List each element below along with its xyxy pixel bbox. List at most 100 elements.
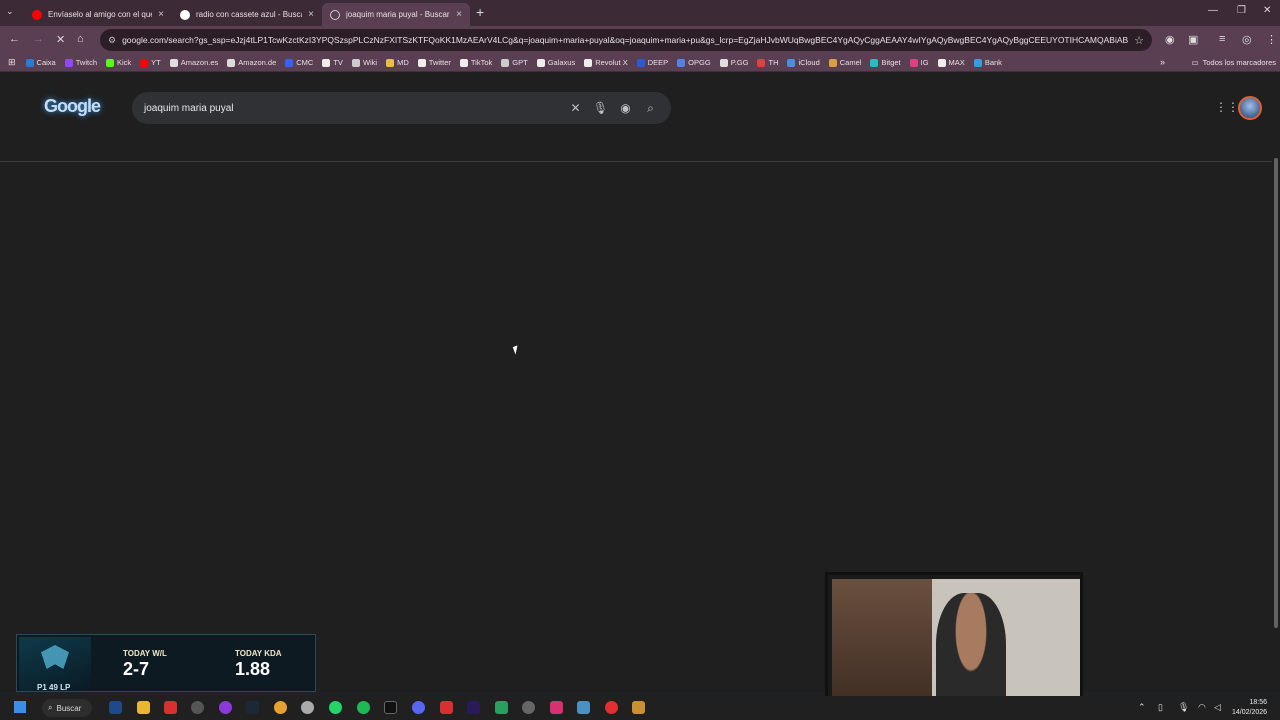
back-button[interactable]: ← (9, 33, 20, 45)
app-icon[interactable] (605, 701, 618, 714)
bookmark-label: Twitter (428, 58, 451, 67)
bookmark-revolut[interactable]: Revolut X (584, 58, 628, 67)
bookmark-twitter[interactable]: Twitter (417, 58, 451, 67)
obs-icon[interactable] (522, 701, 535, 714)
bookmark-twitch[interactable]: Twitch (64, 58, 97, 67)
app-icon[interactable] (219, 701, 232, 714)
minimize-button[interactable]: — (1208, 5, 1218, 16)
avatar[interactable] (1238, 96, 1262, 120)
app-icon[interactable] (577, 701, 590, 714)
bookmark-md[interactable]: MD (386, 58, 409, 67)
search-icon[interactable]: ⌕ (638, 101, 663, 116)
bookmark-camel[interactable]: Camel (828, 58, 861, 67)
bookmark-opgg[interactable]: OPGG (677, 58, 711, 67)
spotify-icon[interactable] (357, 701, 370, 714)
google-logo[interactable]: Google (44, 96, 101, 117)
tab-strip: ⌄ Envíaselo al amigo con el que c... × r… (0, 0, 1280, 26)
app-icon[interactable] (495, 701, 508, 714)
task-view-icon[interactable] (109, 701, 122, 714)
search-input[interactable]: joaquim maria puyal (144, 103, 563, 114)
lens-icon[interactable]: ◉ (613, 101, 638, 115)
extension-icon[interactable]: ◉ (1165, 33, 1175, 46)
file-explorer-icon[interactable] (137, 701, 150, 714)
tab-search-icon[interactable]: ⌄ (6, 6, 14, 17)
close-tab-icon[interactable]: × (456, 9, 462, 20)
bookmark-bitget[interactable]: Bitget (870, 58, 901, 67)
scrollbar[interactable] (1274, 158, 1278, 628)
tab-youtube[interactable]: Envíaselo al amigo con el que c... × (24, 3, 172, 26)
search-box[interactable]: joaquim maria puyal ✕ 🎙 ◉ ⌕ (132, 92, 671, 124)
bank-icon (973, 58, 982, 67)
close-tab-icon[interactable]: × (308, 9, 314, 20)
profile-icon[interactable]: ◎ (1242, 33, 1252, 46)
app-icon[interactable] (550, 701, 563, 714)
bookmark-label: TikTok (470, 58, 493, 67)
bookmark-tiktok[interactable]: TikTok (459, 58, 493, 67)
more-bookmarks-icon[interactable]: » (1160, 57, 1165, 67)
chrome-icon[interactable] (274, 701, 287, 714)
bookmark-caixa[interactable]: Caixa (25, 58, 56, 67)
tab-joaquim-search[interactable]: joaquim maria puyal - Buscar c... × (322, 3, 470, 26)
premiere-icon[interactable] (467, 701, 480, 714)
bookmark-cmc[interactable]: CMC (285, 58, 313, 67)
bookmark-label: Wiki (362, 58, 378, 67)
bookmark-kick[interactable]: Kick (106, 58, 131, 67)
clear-icon[interactable]: ✕ (563, 101, 588, 115)
bookmark-th[interactable]: TH (757, 58, 778, 67)
battery-icon[interactable]: ▯ (1158, 702, 1163, 713)
bookmark-deep[interactable]: DEEP (636, 58, 668, 67)
tiktok-icon[interactable] (384, 701, 397, 714)
apps-icon[interactable]: ⊞ (8, 57, 16, 68)
address-bar[interactable]: ⚙ google.com/search?gs_ssp=eJzj4tLP1TcwK… (100, 29, 1152, 51)
maximize-button[interactable]: ❐ (1237, 5, 1246, 16)
new-tab-button[interactable]: + (476, 4, 484, 20)
all-bookmarks-button[interactable]: ▭ Todos los marcadores (1192, 58, 1276, 67)
bookmark-wiki[interactable]: Wiki (351, 58, 378, 67)
steam-icon[interactable] (246, 701, 259, 714)
microphone-icon[interactable]: 🎙 (1178, 702, 1189, 713)
forward-button[interactable]: → (33, 33, 44, 45)
taskbar-search[interactable]: ⌕ Buscar (42, 699, 92, 717)
site-info-icon[interactable]: ⚙ (108, 35, 116, 46)
microphone-icon[interactable]: 🎙 (588, 101, 613, 115)
menu-icon[interactable]: ⋮ (1266, 33, 1277, 46)
app-icon[interactable] (191, 701, 204, 714)
bookmark-icloud[interactable]: iCloud (787, 58, 820, 67)
tab-radio-search[interactable]: radio con cassete azul - Buscar × (172, 3, 322, 26)
app-icon[interactable] (164, 701, 177, 714)
bitget-icon (870, 58, 879, 67)
bookmark-galaxus[interactable]: Galaxus (536, 58, 575, 67)
media-control-icon[interactable]: ≡ (1219, 33, 1225, 45)
bookmark-bank[interactable]: Bank (973, 58, 1002, 67)
bookmark-gpt[interactable]: GPT (501, 58, 528, 67)
wifi-icon[interactable]: ◠ (1198, 702, 1206, 713)
tray-overflow-icon[interactable]: ⌃ (1138, 702, 1146, 713)
url-text: google.com/search?gs_ssp=eJzj4tLP1TcwKzc… (122, 35, 1129, 45)
bookmark-amazon-es[interactable]: Amazon.es (169, 58, 218, 67)
bookmark-label: P.GG (730, 58, 749, 67)
extensions-puzzle-icon[interactable]: ▣ (1188, 33, 1198, 46)
chatgpt-icon[interactable] (301, 701, 314, 714)
close-tab-icon[interactable]: × (158, 9, 164, 20)
volume-icon[interactable]: ◁ (1214, 702, 1221, 713)
league-icon[interactable] (632, 701, 645, 714)
bookmark-label: Twitch (75, 58, 97, 67)
bookmark-tv[interactable]: TV (322, 58, 343, 67)
windows-start-icon[interactable] (14, 701, 26, 713)
home-button[interactable]: ⌂ (77, 33, 84, 45)
bookmark-pgg[interactable]: P.GG (719, 58, 749, 67)
bookmark-ig[interactable]: IG (909, 58, 929, 67)
close-window-button[interactable]: ✕ (1263, 5, 1271, 16)
all-bookmarks-label: Todos los marcadores (1202, 58, 1276, 67)
bookmark-star-icon[interactable]: ☆ (1134, 34, 1144, 47)
bookmark-max[interactable]: MAX (937, 58, 965, 67)
discord-icon[interactable] (412, 701, 425, 714)
bookmark-amazon-de[interactable]: Amazon.de (227, 58, 276, 67)
acrobat-icon[interactable] (440, 701, 453, 714)
clock-date: 14/02/2026 (1232, 709, 1268, 716)
clock[interactable]: 18:56 14/02/2026 (1232, 698, 1267, 718)
bookmark-yt[interactable]: YT (140, 58, 161, 67)
stop-loading-button[interactable]: ✕ (56, 33, 65, 46)
wl-value: 2-7 (123, 659, 150, 679)
whatsapp-icon[interactable] (329, 701, 342, 714)
